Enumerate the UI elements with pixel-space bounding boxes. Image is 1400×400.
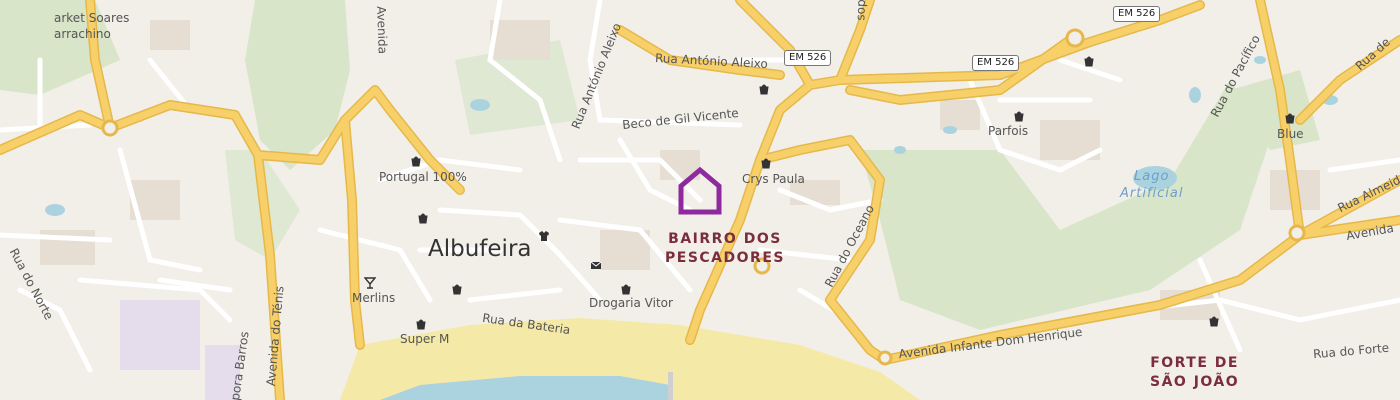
water-label-lago: Lago Artificial: [1120, 169, 1184, 201]
road-shield-em526: EM 526: [972, 55, 1020, 71]
district-label-forte: FORTE DE SÃO JOÃO: [1150, 355, 1240, 390]
home-marker-icon[interactable]: [676, 166, 724, 216]
town-label: Albufeira: [428, 236, 532, 262]
poi-label: Crys Paula: [742, 172, 805, 186]
post-office-icon[interactable]: [590, 259, 602, 271]
shop-icon[interactable]: [620, 283, 632, 295]
shop-icon[interactable]: [1284, 112, 1296, 124]
pier: [668, 372, 673, 400]
shop-icon[interactable]: [1083, 55, 1095, 67]
poi-label: arket Soares: [54, 11, 130, 25]
poi-label: Drogaria Vitor: [589, 296, 673, 310]
bar-icon[interactable]: [364, 277, 376, 289]
street-label: sop: [853, 0, 868, 21]
shop-icon[interactable]: [1208, 315, 1220, 327]
shop-icon[interactable]: [758, 83, 770, 95]
map-view[interactable]: EM 526 EM 526 EM 526 Albufeira BAIRRO DO…: [0, 0, 1400, 400]
poi-label: Super M: [400, 332, 450, 346]
shop-icon[interactable]: [1013, 110, 1025, 122]
poi-label: Parfois: [988, 124, 1029, 138]
road-shield-em526: EM 526: [1113, 6, 1161, 22]
poi-label: Merlins: [352, 291, 396, 305]
shop-icon[interactable]: [410, 155, 422, 167]
road-shield-em526: EM 526: [784, 50, 832, 66]
shop-icon[interactable]: [760, 157, 772, 169]
poi-label: arrachino: [54, 27, 111, 41]
shop-icon[interactable]: [415, 318, 427, 330]
poi-label: Blue: [1277, 127, 1304, 141]
poi-label: Portugal 100%: [379, 170, 467, 184]
street-label: Avenida: [374, 5, 390, 55]
shop-icon[interactable]: [451, 283, 463, 295]
district-label-bairro: BAIRRO DOS PESCADORES: [665, 231, 785, 266]
clothes-icon[interactable]: [538, 230, 550, 242]
shop-icon[interactable]: [417, 212, 429, 224]
